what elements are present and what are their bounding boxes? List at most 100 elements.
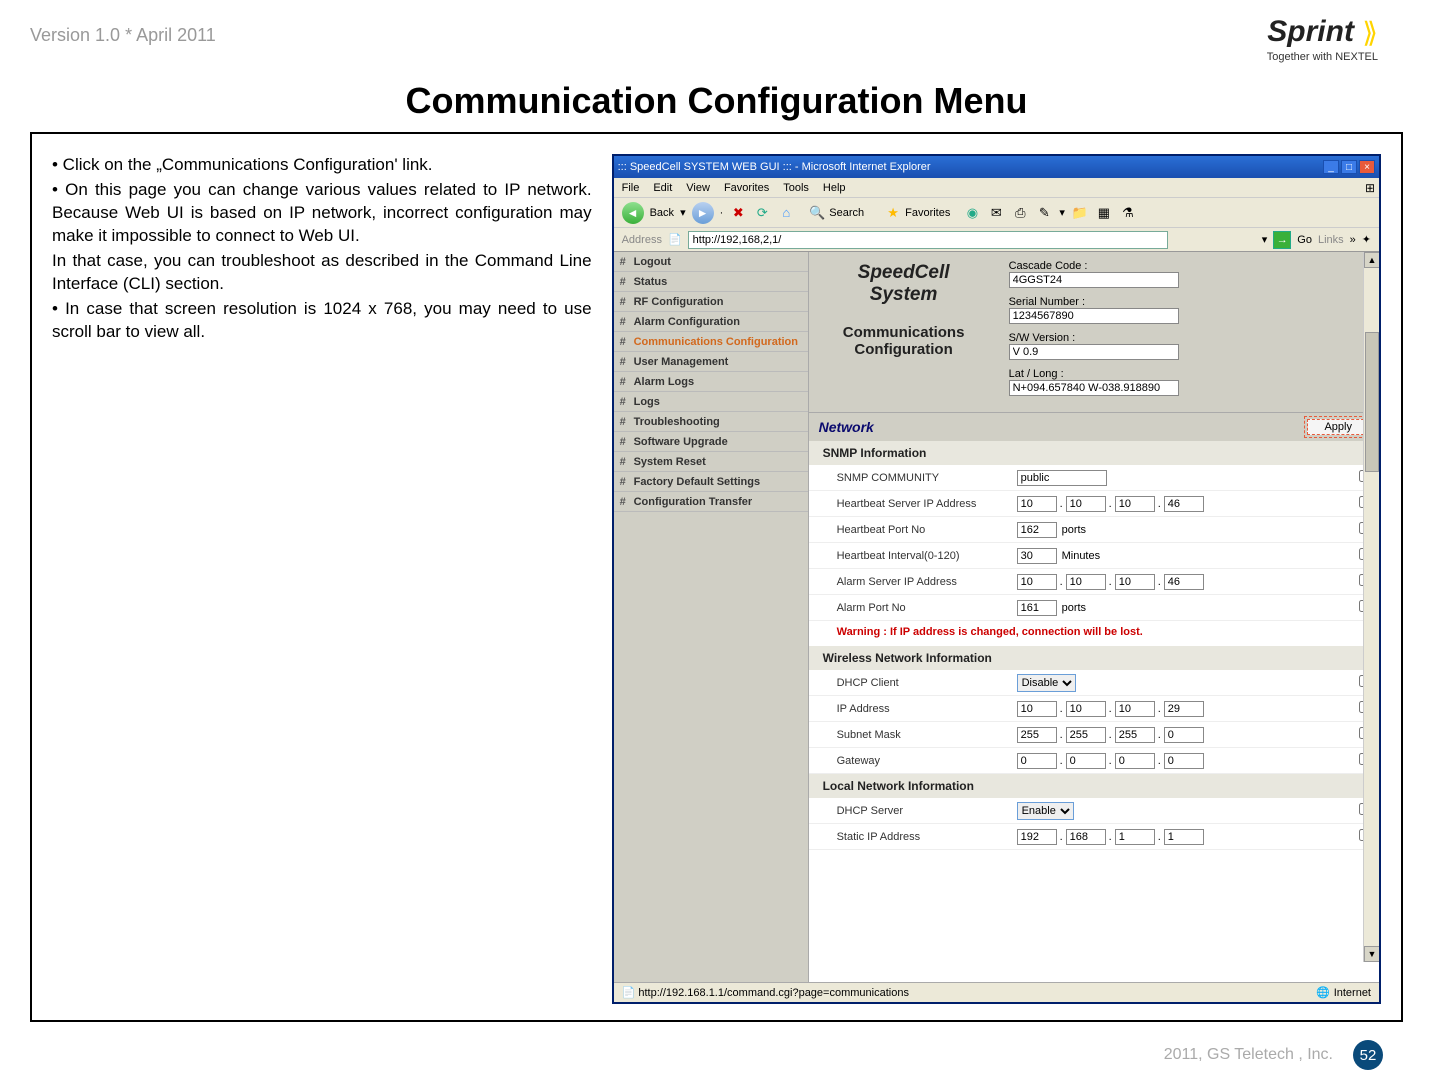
- subnet-1[interactable]: [1066, 727, 1106, 743]
- static-ip-2[interactable]: [1115, 829, 1155, 845]
- menu-file[interactable]: File: [622, 182, 640, 194]
- dhcp-server-select[interactable]: Enable: [1017, 802, 1074, 820]
- page-number: 52: [1353, 1040, 1383, 1070]
- minimize-button[interactable]: _: [1323, 160, 1339, 174]
- scroll-down-icon[interactable]: ▼: [1364, 946, 1379, 962]
- alarm-port-input[interactable]: [1017, 600, 1057, 616]
- favorites-label: Favorites: [905, 207, 950, 219]
- gateway-3[interactable]: [1164, 753, 1204, 769]
- page-footer: 2011, GS Teletech , Inc. 52: [1164, 1040, 1383, 1070]
- static-ip-0[interactable]: [1017, 829, 1057, 845]
- sidebar-item-users[interactable]: #User Management: [614, 352, 808, 372]
- menu-tools[interactable]: Tools: [783, 182, 809, 194]
- favorites-button[interactable]: ★Favorites: [877, 201, 957, 225]
- menu-favorites[interactable]: Favorites: [724, 182, 769, 194]
- sidebar-item-comms[interactable]: #Communications Configuration: [614, 332, 808, 352]
- address-input[interactable]: [688, 231, 1168, 249]
- logo-brand: Sprint: [1267, 15, 1354, 49]
- subnet-3[interactable]: [1164, 727, 1204, 743]
- apply-button[interactable]: Apply: [1307, 419, 1369, 435]
- latlng-input[interactable]: [1009, 380, 1179, 396]
- dhcp-client-label: DHCP Client: [837, 677, 1017, 689]
- page-icon: 📄: [668, 233, 682, 246]
- folder-icon[interactable]: 📁: [1071, 204, 1089, 222]
- refresh-icon[interactable]: ⟳: [753, 204, 771, 222]
- address-label: Address: [622, 234, 662, 246]
- home-icon[interactable]: ⌂: [777, 204, 795, 222]
- search-icon: 🔍: [808, 204, 826, 222]
- subnet-2[interactable]: [1115, 727, 1155, 743]
- extra-icon-2[interactable]: ⚗: [1119, 204, 1137, 222]
- sw-input[interactable]: [1009, 344, 1179, 360]
- back-button[interactable]: ◄: [622, 202, 644, 224]
- hb-ip-0[interactable]: [1017, 496, 1057, 512]
- browser-toolbar: ◄ Back ▾ ► · ✖ ⟳ ⌂ 🔍Search ★Favorites ◉ …: [614, 198, 1379, 228]
- go-button[interactable]: →: [1273, 231, 1291, 249]
- menu-view[interactable]: View: [686, 182, 710, 194]
- bullet-1: • Click on the „Communications Configura…: [52, 154, 592, 177]
- scroll-up-icon[interactable]: ▲: [1364, 252, 1379, 268]
- snmp-community-label: SNMP COMMUNITY: [837, 472, 1017, 484]
- wip-0[interactable]: [1017, 701, 1057, 717]
- gateway-2[interactable]: [1115, 753, 1155, 769]
- wip-3[interactable]: [1164, 701, 1204, 717]
- extra-icon-1[interactable]: ▦: [1095, 204, 1113, 222]
- hb-ip-3[interactable]: [1164, 496, 1204, 512]
- serial-input[interactable]: [1009, 308, 1179, 324]
- toolbar-dropdown-icon[interactable]: ▾: [1059, 206, 1065, 219]
- forward-button[interactable]: ►: [692, 202, 714, 224]
- snmp-subhead: SNMP Information: [809, 441, 1379, 465]
- alarm-ip-3[interactable]: [1164, 574, 1204, 590]
- browser-window: ::: SpeedCell SYSTEM WEB GUI ::: - Micro…: [612, 154, 1381, 1004]
- cascade-input[interactable]: [1009, 272, 1179, 288]
- hb-ip-1[interactable]: [1066, 496, 1106, 512]
- sidebar-item-label: Alarm Logs: [634, 376, 695, 388]
- history-icon[interactable]: ◉: [963, 204, 981, 222]
- print-icon[interactable]: ⎙: [1011, 204, 1029, 222]
- scroll-thumb[interactable]: [1365, 332, 1379, 472]
- menu-help[interactable]: Help: [823, 182, 846, 194]
- sidebar-item-alarm-logs[interactable]: #Alarm Logs: [614, 372, 808, 392]
- gateway-0[interactable]: [1017, 753, 1057, 769]
- alarm-ip-2[interactable]: [1115, 574, 1155, 590]
- snmp-community-input[interactable]: [1017, 470, 1107, 486]
- wip-1[interactable]: [1066, 701, 1106, 717]
- back-label[interactable]: Back: [650, 207, 674, 219]
- browser-menubar: File Edit View Favorites Tools Help ⊞: [614, 178, 1379, 198]
- links-extra-icon[interactable]: ✦: [1362, 233, 1371, 246]
- static-ip-1[interactable]: [1066, 829, 1106, 845]
- subnet-0[interactable]: [1017, 727, 1057, 743]
- sidebar-item-upgrade[interactable]: #Software Upgrade: [614, 432, 808, 452]
- gateway-1[interactable]: [1066, 753, 1106, 769]
- sidebar-item-alarm-config[interactable]: #Alarm Configuration: [614, 312, 808, 332]
- links-chevron-icon[interactable]: »: [1350, 234, 1356, 246]
- alarm-ip-0[interactable]: [1017, 574, 1057, 590]
- menu-edit[interactable]: Edit: [653, 182, 672, 194]
- edit-icon[interactable]: ✎: [1035, 204, 1053, 222]
- maximize-button[interactable]: □: [1341, 160, 1357, 174]
- back-dropdown-icon[interactable]: ▾: [680, 206, 686, 219]
- sidebar-item-status[interactable]: #Status: [614, 272, 808, 292]
- sidebar-item-reset[interactable]: #System Reset: [614, 452, 808, 472]
- address-dropdown-icon[interactable]: ▾: [1262, 233, 1268, 246]
- sidebar-item-factory[interactable]: #Factory Default Settings: [614, 472, 808, 492]
- vertical-scrollbar[interactable]: ▲ ▼: [1363, 252, 1379, 962]
- hb-int-input[interactable]: [1017, 548, 1057, 564]
- static-ip-3[interactable]: [1164, 829, 1204, 845]
- links-label[interactable]: Links: [1318, 234, 1344, 246]
- sidebar-item-rf[interactable]: #RF Configuration: [614, 292, 808, 312]
- wip-2[interactable]: [1115, 701, 1155, 717]
- mail-icon[interactable]: ✉: [987, 204, 1005, 222]
- alarm-ip-1[interactable]: [1066, 574, 1106, 590]
- sidebar-item-logs[interactable]: #Logs: [614, 392, 808, 412]
- sidebar-item-label: Alarm Configuration: [634, 316, 740, 328]
- hb-port-input[interactable]: [1017, 522, 1057, 538]
- sidebar-item-transfer[interactable]: #Configuration Transfer: [614, 492, 808, 512]
- search-button[interactable]: 🔍Search: [801, 201, 871, 225]
- stop-icon[interactable]: ✖: [729, 204, 747, 222]
- dhcp-client-select[interactable]: Disable: [1017, 674, 1076, 692]
- sidebar-item-logout[interactable]: #Logout: [614, 252, 808, 272]
- hb-ip-2[interactable]: [1115, 496, 1155, 512]
- sidebar-item-troubleshoot[interactable]: #Troubleshooting: [614, 412, 808, 432]
- close-button[interactable]: ×: [1359, 160, 1375, 174]
